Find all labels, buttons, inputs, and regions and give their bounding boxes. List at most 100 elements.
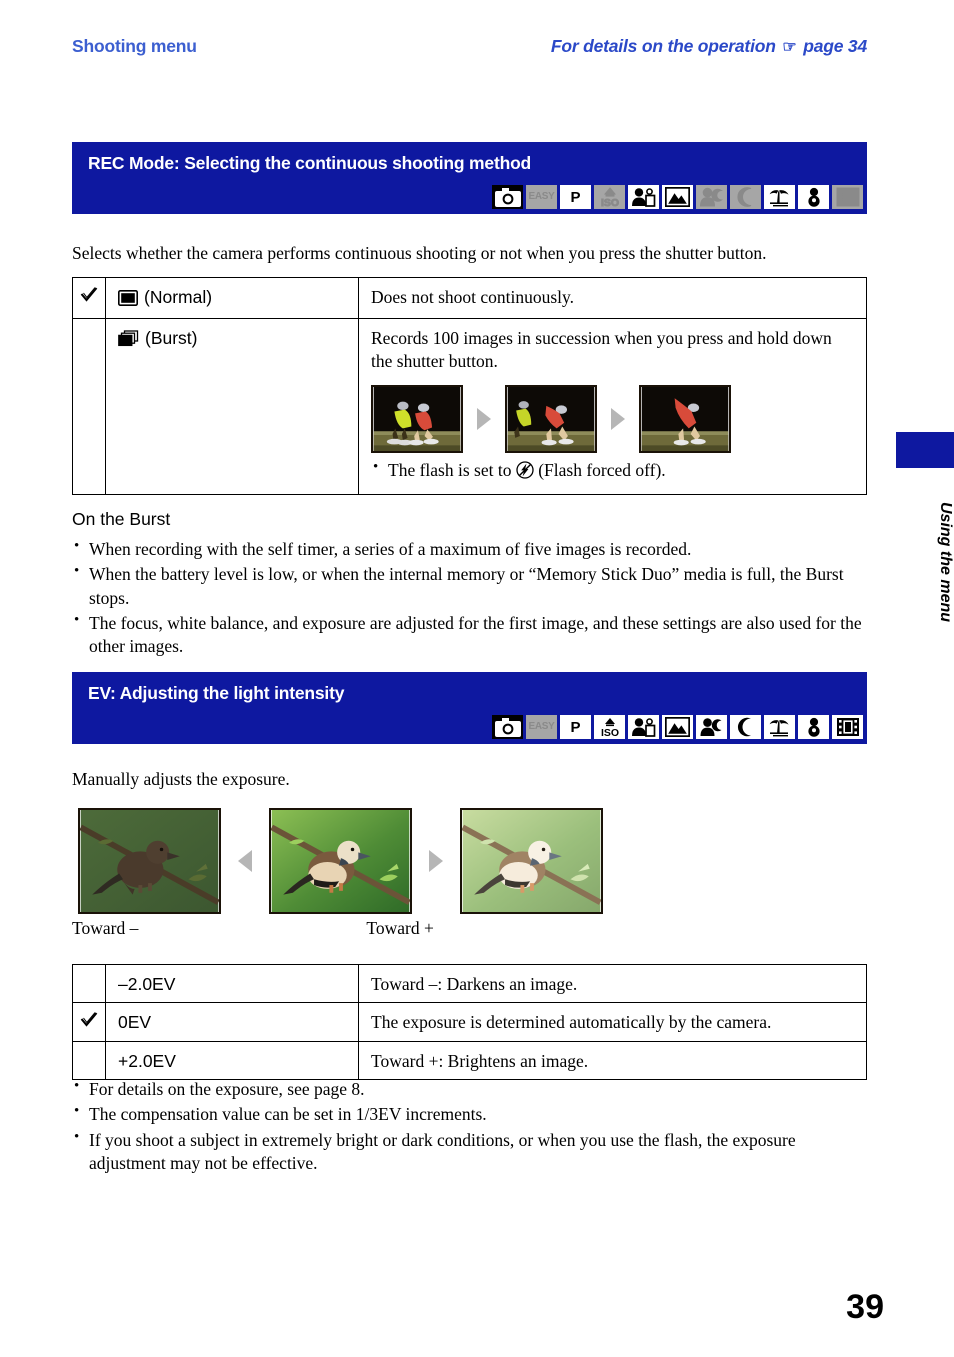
empty-checkmark-cell — [72, 963, 106, 1004]
sequence-arrow-icon — [474, 406, 494, 432]
flash-note-prefix: The flash is set to — [388, 460, 512, 481]
ev-description-plus2-cell: Toward +: Brightens an image. — [358, 1041, 867, 1081]
program-label: P — [570, 188, 581, 206]
burst-photo-strip — [371, 385, 856, 454]
side-tab-label: Using the menu — [937, 501, 954, 622]
default-checkmark-cell — [72, 276, 106, 320]
ev-description-minus2-cell: Toward –: Darkens an image. — [358, 963, 867, 1004]
skater-burst-frame-1 — [371, 385, 463, 454]
ev-intro-paragraph: Manually adjusts the exposure. — [72, 769, 290, 789]
movie-icon — [832, 715, 863, 739]
running-head: Shooting menu For details on the operati… — [72, 36, 867, 66]
ev-photo-captions: Toward – Toward + — [72, 918, 867, 939]
easy-label: EASY — [528, 721, 555, 732]
easy-shooting-icon: EASY — [526, 715, 557, 739]
ev-value-zero-cell: 0EV — [105, 1002, 359, 1043]
twilight-portrait-icon — [696, 185, 727, 209]
flash-note-suffix: (Flash forced off). — [538, 460, 666, 481]
bird-darkened — [78, 808, 221, 914]
easy-label: EASY — [528, 191, 555, 202]
normal-single-frame-icon — [118, 289, 138, 312]
camera-auto-icon — [492, 185, 523, 209]
svg-text:ISO: ISO — [600, 727, 618, 738]
section-header-ev: EV: Adjusting the light intensity EASY P… — [72, 672, 867, 744]
beach-icon — [764, 715, 795, 739]
ev-options-table: –2.0EV Toward –: Darkens an image. 0EV T… — [72, 963, 867, 1081]
ev-photo-strip — [78, 808, 603, 914]
mode-icon-row-rec: EASY P ISO — [492, 185, 863, 209]
movie-icon — [832, 185, 863, 209]
camera-auto-icon — [492, 715, 523, 739]
list-item: When the battery level is low, or when t… — [72, 562, 872, 610]
table-row: –2.0EV Toward –: Darkens an image. — [72, 963, 867, 1004]
list-item: The focus, white balance, and exposure a… — [72, 611, 872, 659]
program-mode-icon: P — [560, 185, 591, 209]
iso-high-sensitivity-icon: ISO — [594, 185, 625, 209]
sequence-arrow-right-icon — [426, 848, 446, 874]
ev-description-zero-cell: The exposure is determined automatically… — [358, 1002, 867, 1043]
running-head-right-prefix: For details on the operation — [550, 36, 776, 56]
table-row: +2.0EV Toward +: Brightens an image. — [72, 1041, 867, 1081]
mode-icon-row-ev: EASY P ISO — [492, 715, 863, 739]
burst-stacked-frames-icon — [118, 330, 139, 353]
running-head-right: For details on the operation ☞ page 34 — [551, 36, 867, 57]
beach-icon — [764, 185, 795, 209]
empty-checkmark-cell — [72, 318, 106, 495]
option-burst-label: (Burst) — [145, 328, 198, 349]
empty-checkmark-cell — [72, 1041, 106, 1081]
twilight-icon — [730, 715, 761, 739]
table-row: (Burst) Records 100 images in succession… — [72, 318, 867, 495]
burst-notes-list: When recording with the self timer, a se… — [72, 537, 872, 660]
checkmark-icon — [80, 286, 98, 304]
bird-brightened — [460, 808, 603, 914]
subhead-on-the-burst: On the Burst — [72, 509, 171, 529]
svg-text:ISO: ISO — [600, 197, 618, 208]
table-row: (Normal) Does not shoot continuously. — [72, 276, 867, 320]
manual-page: Shooting menu For details on the operati… — [0, 0, 954, 1357]
twilight-portrait-icon — [696, 715, 727, 739]
option-normal-cell: (Normal) — [105, 276, 359, 320]
rec-mode-options-table: (Normal) Does not shoot continuously. (B… — [72, 276, 867, 495]
soft-snap-icon — [628, 185, 659, 209]
sequence-arrow-left-icon — [235, 848, 255, 874]
caption-toward-plus: Toward + — [366, 918, 434, 938]
snow-icon — [798, 185, 829, 209]
list-item: When recording with the self timer, a se… — [72, 537, 872, 561]
twilight-icon — [730, 185, 761, 209]
list-item: For details on the exposure, see page 8. — [72, 1077, 872, 1101]
side-tab-marker — [896, 432, 954, 468]
page-number: 39 — [846, 1288, 884, 1326]
ev-value-minus2-cell: –2.0EV — [105, 963, 359, 1004]
option-normal-label: (Normal) — [144, 287, 213, 307]
landscape-icon — [662, 715, 693, 739]
list-item: If you shoot a subject in extremely brig… — [72, 1128, 872, 1176]
option-burst-cell: (Burst) — [105, 318, 359, 495]
flash-forced-off-icon — [516, 461, 534, 485]
program-label: P — [570, 718, 581, 736]
flash-note: The flash is set to (Flash forced off). — [371, 458, 856, 485]
default-checkmark-cell — [72, 1002, 106, 1043]
snow-icon — [798, 715, 829, 739]
caption-toward-minus: Toward – — [72, 918, 139, 938]
skater-burst-frame-3 — [639, 385, 731, 454]
checkmark-icon — [80, 1011, 98, 1029]
section-title-rec-mode: REC Mode: Selecting the continuous shoot… — [88, 153, 532, 173]
section-header-rec-mode: REC Mode: Selecting the continuous shoot… — [72, 142, 867, 214]
description-burst-cell: Records 100 images in succession when yo… — [358, 318, 867, 495]
iso-high-sensitivity-icon: ISO — [594, 715, 625, 739]
program-mode-icon: P — [560, 715, 591, 739]
easy-shooting-icon: EASY — [526, 185, 557, 209]
rec-intro-paragraph: Selects whether the camera performs cont… — [72, 243, 767, 263]
bird-normal — [269, 808, 412, 914]
sequence-arrow-icon — [608, 406, 628, 432]
ev-value-plus2-cell: +2.0EV — [105, 1041, 359, 1081]
ev-notes-list: For details on the exposure, see page 8.… — [72, 1077, 872, 1177]
running-head-right-suffix: page 34 — [803, 36, 867, 56]
section-title-ev: EV: Adjusting the light intensity — [88, 683, 345, 703]
soft-snap-icon — [628, 715, 659, 739]
burst-description-text: Records 100 images in succession when yo… — [371, 328, 832, 372]
description-normal-cell: Does not shoot continuously. — [358, 276, 867, 320]
landscape-icon — [662, 185, 693, 209]
list-item: The compensation value can be set in 1/3… — [72, 1102, 872, 1126]
running-head-left: Shooting menu — [72, 36, 197, 56]
